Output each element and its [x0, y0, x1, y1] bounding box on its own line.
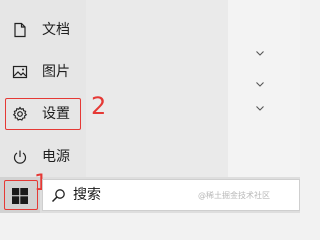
- chevron-down-icon[interactable]: [255, 74, 265, 87]
- start-item-documents[interactable]: 文档: [0, 15, 86, 45]
- start-item-power-label: 电源: [42, 149, 70, 165]
- desktop-screen: 文档 图片 设置 电源 2 1 搜索 @稀土掘金技术社区: [0, 0, 300, 213]
- start-item-power[interactable]: 电源: [0, 142, 86, 172]
- start-menu: 文档 图片 设置 电源: [0, 0, 300, 177]
- document-icon: [12, 22, 28, 38]
- watermark: @稀土掘金技术社区: [198, 191, 270, 200]
- search-icon: [51, 188, 66, 203]
- start-item-documents-label: 文档: [42, 22, 70, 38]
- chevron-down-icon[interactable]: [255, 98, 265, 111]
- pictures-icon: [12, 64, 28, 80]
- search-input[interactable]: 搜索: [73, 186, 101, 204]
- start-item-pictures-label: 图片: [42, 64, 70, 80]
- power-icon: [12, 149, 28, 165]
- start-item-pictures[interactable]: 图片: [0, 57, 86, 87]
- chevron-down-icon[interactable]: [255, 43, 265, 56]
- settings-highlight-box: [5, 98, 81, 130]
- start-highlight-box: [4, 180, 38, 210]
- step-2-annotation: 2: [91, 92, 107, 120]
